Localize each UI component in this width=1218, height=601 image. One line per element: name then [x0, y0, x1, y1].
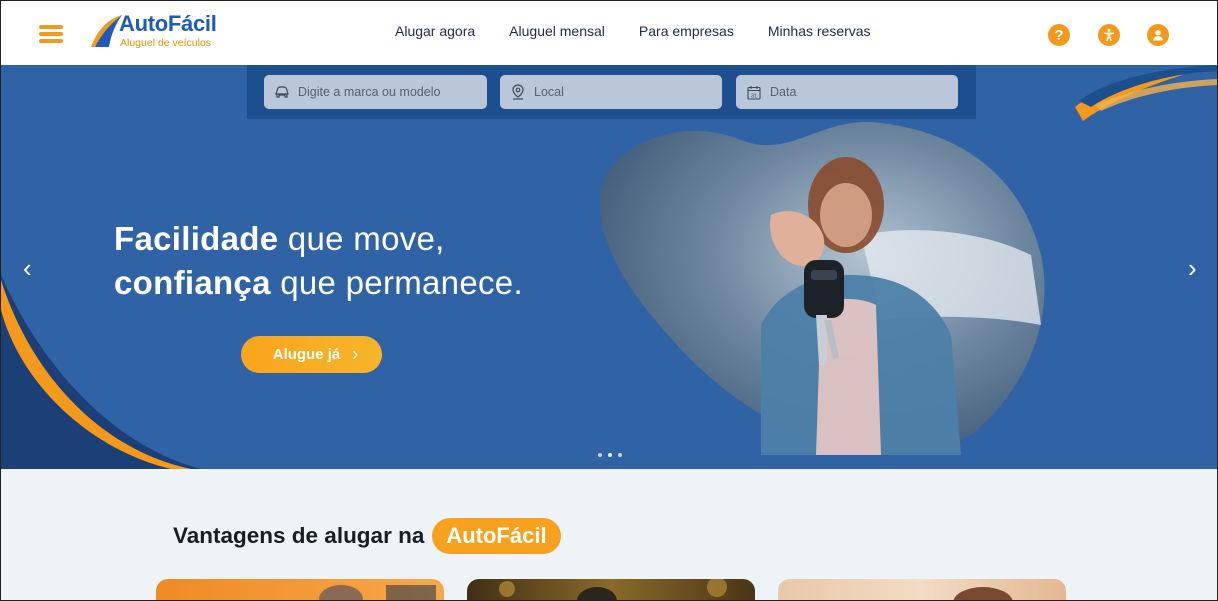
- model-search-field[interactable]: [264, 75, 487, 109]
- advantage-card[interactable]: [156, 579, 444, 600]
- location-pin-icon: [510, 84, 526, 100]
- advantages-brand-pill: AutoFácil: [432, 518, 561, 554]
- headline-text-2: que permanece.: [270, 264, 523, 301]
- headline-bold-1: Facilidade: [114, 220, 279, 257]
- advantages-title-text: Vantagens de alugar na: [173, 523, 425, 548]
- help-icon[interactable]: ?: [1048, 24, 1070, 46]
- calendar-icon: 31: [746, 84, 762, 100]
- location-field[interactable]: [500, 75, 722, 109]
- rent-now-button[interactable]: Alugue já ›: [241, 336, 382, 373]
- search-bar: 31: [247, 65, 976, 119]
- carousel-dot[interactable]: [608, 453, 612, 457]
- hero-banner: 31 Facilidade que move, confiança que pe…: [1, 65, 1217, 469]
- user-account-icon[interactable]: [1147, 24, 1169, 46]
- main-nav: Alugar agora Aluguel mensal Para empresa…: [395, 23, 871, 39]
- svg-text:31: 31: [751, 93, 757, 99]
- date-input[interactable]: [770, 85, 940, 99]
- carousel-next-icon[interactable]: ›: [1188, 255, 1197, 281]
- hero-headline: Facilidade que move, confiança que perma…: [114, 217, 523, 305]
- logo-swoosh-icon: [91, 15, 122, 47]
- advantage-card[interactable]: [467, 579, 755, 600]
- carousel-prev-icon[interactable]: ‹: [23, 255, 32, 281]
- carousel-dot[interactable]: [598, 453, 602, 457]
- advantages-section: Vantagens de alugar na AutoFácil: [1, 469, 1217, 600]
- headline-text-1: que move,: [278, 220, 445, 257]
- car-icon: [274, 84, 290, 100]
- logo-name: AutoFácil: [119, 11, 217, 36]
- nav-para-empresas[interactable]: Para empresas: [639, 23, 734, 39]
- advantage-card[interactable]: [778, 579, 1066, 600]
- model-search-input[interactable]: [298, 85, 468, 99]
- logo[interactable]: AutoFácil Aluguel de veículos: [89, 11, 229, 55]
- location-input[interactable]: [534, 85, 704, 99]
- page: AutoFácil Aluguel de veículos Alugar ago…: [0, 0, 1218, 601]
- nav-minhas-reservas[interactable]: Minhas reservas: [768, 23, 871, 39]
- carousel-dots: [598, 453, 622, 457]
- date-field[interactable]: 31: [736, 75, 958, 109]
- menu-icon[interactable]: [39, 25, 63, 43]
- advantages-title: Vantagens de alugar na AutoFácil: [173, 518, 561, 554]
- rent-now-label: Alugue já: [272, 346, 341, 363]
- site-header: AutoFácil Aluguel de veículos Alugar ago…: [1, 1, 1217, 65]
- nav-alugar-agora[interactable]: Alugar agora: [395, 23, 475, 39]
- nav-aluguel-mensal[interactable]: Aluguel mensal: [509, 23, 605, 39]
- chevron-right-icon: ›: [352, 344, 359, 364]
- carousel-dot[interactable]: [618, 453, 622, 457]
- accessibility-icon[interactable]: [1098, 24, 1120, 46]
- logo-tagline: Aluguel de veículos: [120, 37, 212, 49]
- headline-bold-2: confiança: [114, 264, 271, 301]
